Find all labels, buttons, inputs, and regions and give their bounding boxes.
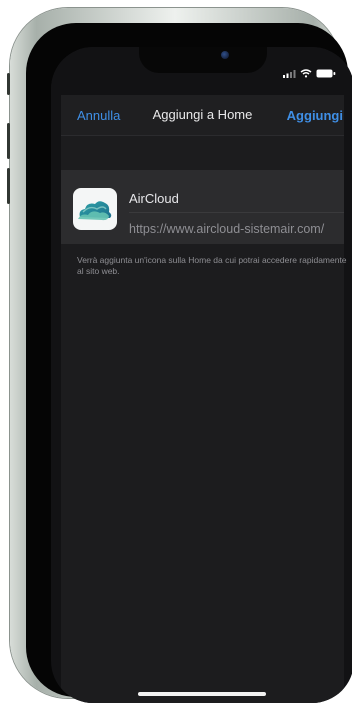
status-icons [283,68,336,78]
field-divider [129,212,344,213]
screen: Annulla Aggiungi a Home Aggiungi AirClou… [51,47,352,703]
phone-frame: Annulla Aggiungi a Home Aggiungi AirClou… [7,8,352,703]
battery-icon [316,69,336,77]
aircloud-logo-icon [73,188,117,230]
add-to-home-sheet: Annulla Aggiungi a Home Aggiungi AirClou… [61,95,347,703]
wifi-icon [300,68,312,77]
shortcut-url: https://www.aircloud-sistemair.com/ [129,222,325,236]
add-button[interactable]: Aggiungi [287,108,343,123]
volume-up-button [7,123,10,159]
home-indicator[interactable] [138,692,266,696]
volume-down-button [7,168,10,204]
ring-silent-switch [7,73,10,95]
navigation-bar: Annulla Aggiungi a Home Aggiungi [61,95,344,136]
front-camera [221,51,229,59]
shortcut-name-field[interactable]: AirCloud [129,191,179,206]
notch [139,47,267,73]
shortcut-card: AirCloud https://www.aircloud-sistemair.… [61,170,344,244]
info-note: Verrà aggiunta un'icona sulla Home da cu… [77,255,347,276]
status-bar [51,47,352,93]
phone-bezel: Annulla Aggiungi a Home Aggiungi AirClou… [26,23,352,703]
cellular-signal-icon [283,69,296,78]
